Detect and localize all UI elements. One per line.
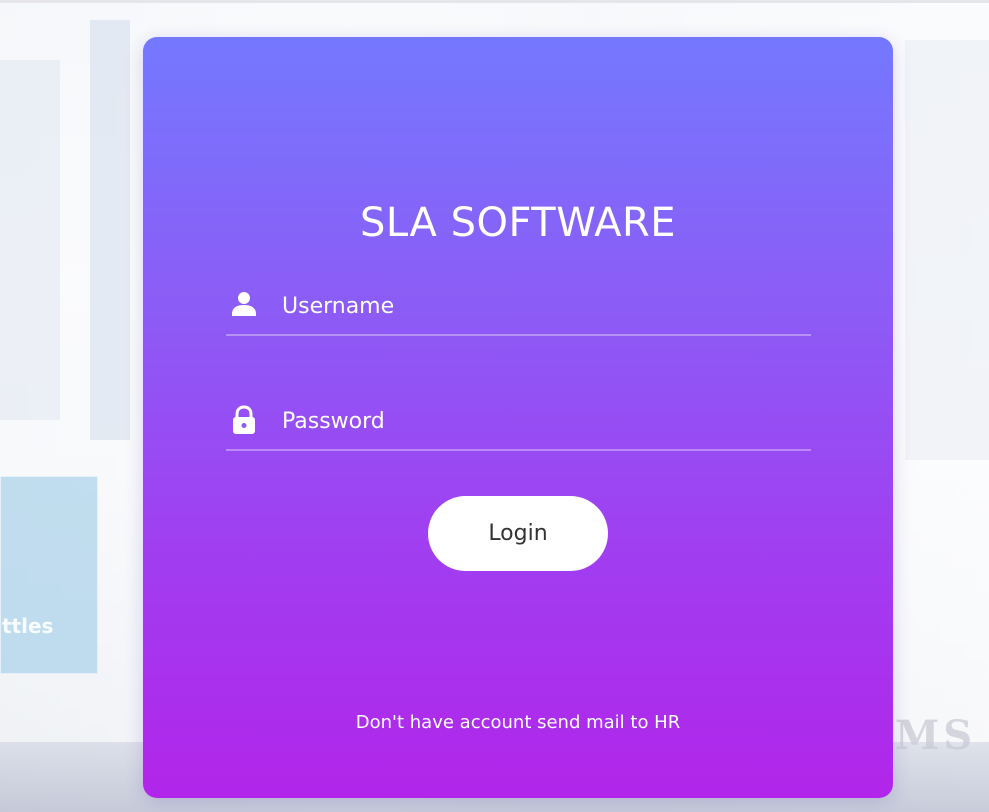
login-button[interactable]: Login (428, 496, 608, 571)
login-card: SLA SOFTWARE Login Don't have account se… (143, 37, 893, 798)
background-pillar (90, 20, 130, 440)
top-border (0, 0, 989, 3)
password-field (226, 399, 811, 451)
background-signboard (0, 476, 98, 674)
password-input[interactable] (282, 401, 802, 441)
background-wall (0, 60, 60, 420)
background-sign-lettering: ttles (2, 614, 54, 638)
username-input[interactable] (282, 286, 802, 326)
background-building-right (905, 40, 989, 460)
username-field (226, 284, 811, 336)
signup-hint-text: Don't have account send mail to HR (355, 712, 681, 733)
page-title: SLA SOFTWARE (359, 200, 677, 246)
lock-icon (231, 405, 257, 434)
user-icon (231, 290, 257, 318)
